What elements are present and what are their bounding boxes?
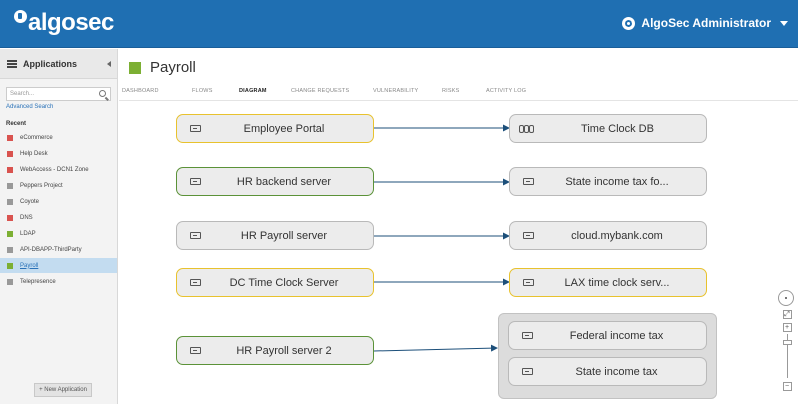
sidebar-item-coyote[interactable]: Coyote — [0, 194, 117, 209]
database-icon — [519, 124, 535, 133]
sidebar-item-dns[interactable]: DNS — [0, 210, 117, 225]
main-content: Payroll DASHBOARD FLOWS DIAGRAM CHANGE R… — [119, 49, 798, 404]
logo-text: algosec — [28, 9, 114, 36]
sidebar-item-peppers-project[interactable]: Peppers Project — [0, 178, 117, 193]
sidebar-item-label: Coyote — [20, 198, 40, 205]
node-label: LAX time clock serv... — [564, 276, 670, 289]
chevron-down-icon[interactable] — [780, 20, 788, 26]
status-square-icon — [7, 182, 13, 189]
status-square-icon — [7, 166, 13, 173]
sidebar-title: Applications — [23, 58, 78, 69]
server-icon — [523, 232, 534, 239]
target-node-federal-income-tax[interactable]: Federal income tax — [508, 321, 707, 350]
sidebar-item-label: eCommerce — [20, 134, 53, 141]
status-square-icon — [7, 198, 13, 205]
node-label: State income tax fo... — [565, 175, 669, 188]
advanced-search-link[interactable]: Advanced Search — [0, 101, 117, 113]
sidebar-header: Applications — [0, 49, 117, 79]
server-icon — [522, 368, 533, 375]
node-label: HR Payroll server — [240, 229, 328, 242]
node-label: HR backend server — [236, 175, 332, 188]
zoom-in-button[interactable]: + — [782, 323, 792, 332]
search-icon[interactable] — [99, 90, 106, 97]
source-node-hr-backend-server[interactable]: HR backend server — [176, 167, 374, 196]
status-square-icon — [7, 278, 13, 285]
recent-application-list: eCommerce Help Desk WebAccess - DCN1 Zon… — [0, 130, 117, 289]
status-square-icon — [7, 262, 13, 269]
user-name[interactable]: AlgoSec Administrator — [641, 16, 771, 30]
node-label: State income tax — [575, 365, 658, 378]
zoom-slider[interactable] — [782, 334, 792, 378]
settings-gear-icon[interactable] — [622, 16, 636, 30]
target-node-time-clock-db[interactable]: Time Clock DB — [509, 114, 707, 143]
target-node-lax-time-clock-serv[interactable]: LAX time clock serv... — [509, 268, 707, 297]
sidebar-item-api-dbapp[interactable]: API-DBAPP-ThirdParty — [0, 242, 117, 257]
search-placeholder: Search... — [10, 91, 35, 97]
node-label: HR Payroll server 2 — [236, 344, 332, 357]
zoom-out-button[interactable]: − — [782, 382, 792, 391]
source-node-hr-payroll-server[interactable]: HR Payroll server — [176, 221, 374, 250]
status-square-icon — [7, 150, 13, 157]
user-menu[interactable]: AlgoSec Administrator — [622, 16, 788, 30]
sidebar-item-label: Telepresence — [20, 278, 56, 285]
new-application-button[interactable]: + New Application — [34, 383, 92, 397]
server-icon — [190, 178, 201, 185]
status-square-icon — [7, 214, 13, 221]
server-icon — [190, 125, 201, 132]
sidebar-item-label: API-DBAPP-ThirdParty — [20, 246, 82, 253]
node-label: cloud.mybank.com — [571, 229, 663, 242]
fit-to-screen-button[interactable]: ⤢ — [782, 310, 792, 319]
algosec-logo[interactable]: algosec — [14, 9, 114, 37]
zoom-control: ⤢ + − — [778, 290, 796, 402]
source-node-hr-payroll-server-2[interactable]: HR Payroll server 2 — [176, 336, 374, 365]
hamburger-menu-icon[interactable] — [7, 59, 17, 68]
application-search-input[interactable]: Search... — [6, 87, 111, 101]
sidebar-item-label: DNS — [20, 214, 33, 221]
sidebar-item-ecommerce[interactable]: eCommerce — [0, 130, 117, 145]
zoom-slider-handle[interactable] — [782, 340, 792, 345]
sidebar-item-webaccess[interactable]: WebAccess - DCN1 Zone — [0, 162, 117, 177]
flow-link — [373, 344, 498, 352]
server-icon — [523, 178, 534, 185]
status-square-icon — [7, 230, 13, 237]
sidebar-item-label: Payroll — [20, 262, 39, 269]
source-node-employee-portal[interactable]: Employee Portal — [176, 114, 374, 143]
target-node-state-income-tax-fo[interactable]: State income tax fo... — [509, 167, 707, 196]
server-icon — [190, 232, 201, 239]
pan-control-icon[interactable] — [778, 290, 794, 306]
node-label: Time Clock DB — [581, 122, 654, 135]
server-icon — [190, 279, 201, 286]
target-node-cloud-mybank[interactable]: cloud.mybank.com — [509, 221, 707, 250]
sidebar-item-label: Peppers Project — [20, 182, 63, 189]
sidebar-item-help-desk[interactable]: Help Desk — [0, 146, 117, 161]
node-label: Federal income tax — [569, 329, 664, 342]
applications-sidebar: Applications Search... Advanced Search R… — [0, 49, 118, 404]
server-icon — [190, 347, 201, 354]
sidebar-item-label: WebAccess - DCN1 Zone — [20, 166, 89, 173]
top-header-bar: algosec AlgoSec Administrator — [0, 0, 798, 48]
node-label: Employee Portal — [243, 122, 325, 135]
sidebar-item-telepresence[interactable]: Telepresence — [0, 274, 117, 289]
collapse-sidebar-icon[interactable] — [107, 61, 111, 67]
logo-mark-icon — [14, 10, 27, 23]
recent-label: Recent — [6, 121, 27, 127]
target-node-state-income-tax[interactable]: State income tax — [508, 357, 707, 386]
server-icon — [523, 279, 534, 286]
server-icon — [522, 332, 533, 339]
sidebar-item-label: LDAP — [20, 230, 36, 237]
sidebar-item-payroll[interactable]: Payroll — [0, 258, 117, 273]
status-square-icon — [7, 134, 13, 141]
status-square-icon — [7, 246, 13, 253]
sidebar-item-label: Help Desk — [20, 150, 48, 157]
node-label: DC Time Clock Server — [229, 276, 339, 289]
source-node-dc-time-clock-server[interactable]: DC Time Clock Server — [176, 268, 374, 297]
sidebar-item-ldap[interactable]: LDAP — [0, 226, 117, 241]
